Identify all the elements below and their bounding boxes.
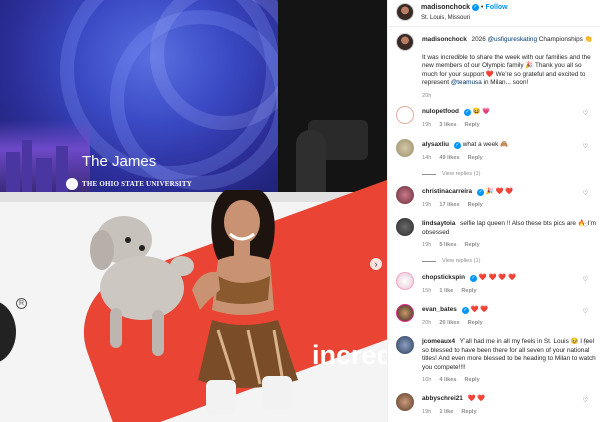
mention-link[interactable]: @teamusa xyxy=(451,79,482,86)
commenter-avatar[interactable] xyxy=(396,186,414,204)
commenter-avatar[interactable] xyxy=(396,106,414,124)
verified-badge-icon: ✓ xyxy=(461,307,469,314)
heart-icon[interactable]: ♡ xyxy=(583,397,588,404)
heart-icon[interactable]: ♡ xyxy=(583,190,588,197)
comment-item: nulopetfood ✓ 😆 💗 19h 3 likes Reply ♡ xyxy=(396,106,596,129)
commenter-avatar[interactable] xyxy=(396,272,414,290)
heart-icon[interactable]: ♡ xyxy=(583,110,588,117)
heart-icon[interactable]: ♡ xyxy=(583,340,588,347)
verified-badge-icon: ✓ xyxy=(477,189,485,196)
caption-username[interactable]: madisonchock xyxy=(422,36,467,43)
commenter-avatar[interactable] xyxy=(396,218,414,236)
reply-button[interactable]: Reply xyxy=(468,201,483,210)
comment-text: ❤️ ❤️ ❤️ ❤️ xyxy=(478,274,516,281)
commenter-avatar[interactable] xyxy=(396,336,414,354)
backstage-area xyxy=(278,0,387,192)
university-banner: THE OHIO STATE UNIVERSITY xyxy=(66,178,192,190)
comment-text: 🎉 ❤️ ❤️ xyxy=(485,188,514,195)
commenter-avatar[interactable] xyxy=(396,304,414,322)
reply-button[interactable]: Reply xyxy=(464,241,479,250)
caption-time[interactable]: 20h xyxy=(422,92,431,101)
venue-text: The James xyxy=(82,153,157,170)
next-photo-arrow-icon[interactable]: › xyxy=(370,258,382,270)
heart-icon[interactable]: ♡ xyxy=(583,276,588,283)
view-replies-button[interactable]: View replies (1) xyxy=(422,171,480,177)
commenter-avatar[interactable] xyxy=(396,393,414,411)
comment-item: abbyschrei21 ❤️ ❤️ 19h 1 like Reply ♡ xyxy=(396,393,596,416)
university-text: THE OHIO STATE UNIVERSITY xyxy=(82,180,192,188)
heart-icon[interactable]: ♡ xyxy=(583,143,588,150)
commenter-avatar[interactable] xyxy=(396,139,414,157)
reply-button[interactable]: Reply xyxy=(468,154,483,163)
reply-button[interactable]: Reply xyxy=(461,408,476,417)
verified-badge-icon: ✓ xyxy=(472,4,480,11)
comment-item: alysaxliu ✓ what a week 🙈 14h 49 likes Repl… xyxy=(396,139,596,162)
author-avatar[interactable] xyxy=(396,3,414,21)
comment-item: chopstickspin ✓ ❤️ ❤️ ❤️ ❤️ 15h 1 like Repl… xyxy=(396,272,596,295)
verified-badge-icon: ✓ xyxy=(454,142,462,149)
comment-text: ❤️ ❤️ xyxy=(470,306,489,313)
comment-text: ❤️ ❤️ xyxy=(467,395,486,402)
heart-icon[interactable]: ♡ xyxy=(583,308,588,315)
post-sidebar: madisonchock ✓ • Follow St. Louis, Misso… xyxy=(387,0,600,422)
comment-text: what a week 🙈 xyxy=(462,141,509,148)
verified-badge-icon: ✓ xyxy=(463,109,471,116)
follow-button[interactable]: Follow xyxy=(485,3,507,12)
university-logo-icon xyxy=(66,178,78,190)
view-replies-button[interactable]: View replies (1) xyxy=(422,258,480,264)
post-photo[interactable]: The James THE OHIO STATE UNIVERSITY incr… xyxy=(0,0,387,422)
reply-button[interactable]: Reply xyxy=(468,319,483,328)
reply-button[interactable]: Reply xyxy=(461,287,476,296)
comment-item: evan_bates ✓ ❤️ ❤️ 20h 20 likes Reply ♡ xyxy=(396,304,596,327)
caption-avatar[interactable] xyxy=(396,33,414,51)
comment-text: 😆 💗 xyxy=(472,108,491,115)
comment-item: lindsaytoia selfie lap queen !! Also the… xyxy=(396,218,596,250)
reply-button[interactable]: Reply xyxy=(464,376,479,385)
mention-link[interactable]: @usfigureskating xyxy=(488,36,537,43)
post-location[interactable]: St. Louis, Missouri xyxy=(421,15,508,21)
author-username[interactable]: madisonchock xyxy=(421,3,470,12)
post-caption: madisonchock 2026 @usfigureskating Champ… xyxy=(396,33,596,101)
registered-mark-icon: R xyxy=(16,298,27,309)
post-header: madisonchock ✓ • Follow St. Louis, Misso… xyxy=(388,0,600,27)
comment-item: christinacarreira ✓ 🎉 ❤️ ❤️ 19h 17 likes Re… xyxy=(396,186,596,209)
comment-item: jcomeaux4 Y’all had me in all my feels i… xyxy=(396,336,596,385)
heart-icon[interactable]: ♡ xyxy=(583,222,588,229)
verified-badge-icon: ✓ xyxy=(469,275,477,282)
skater-figure xyxy=(192,190,298,414)
board-text: incredi xyxy=(312,340,387,370)
reply-button[interactable]: Reply xyxy=(464,121,479,130)
